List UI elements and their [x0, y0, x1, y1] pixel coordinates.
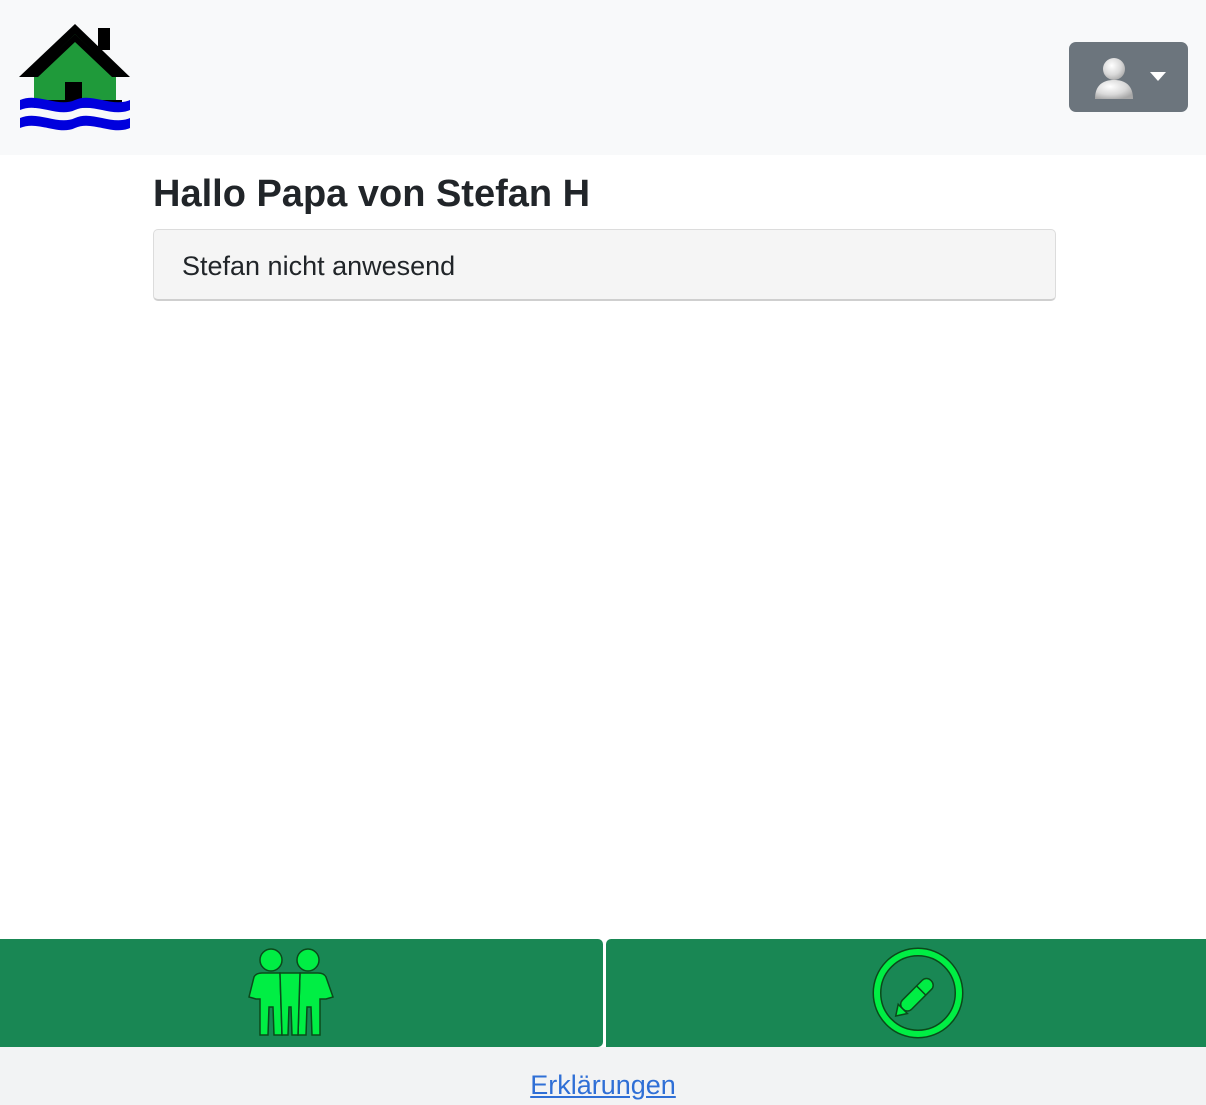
- user-avatar-icon: [1095, 58, 1133, 99]
- people-icon: [248, 948, 334, 1036]
- page-title: Hallo Papa von Stefan H: [153, 173, 591, 215]
- page: Hallo Papa von Stefan H Stefan nicht anw…: [0, 0, 1206, 1105]
- footer: Erklärungen: [0, 1047, 1206, 1105]
- people-button[interactable]: [0, 939, 603, 1047]
- status-text: Stefan nicht anwesend: [182, 251, 456, 281]
- top-navbar: [0, 0, 1206, 155]
- pen-circle-icon: [872, 947, 964, 1039]
- caret-down-icon: [1150, 72, 1166, 81]
- explanations-link[interactable]: Erklärungen: [0, 1069, 1206, 1101]
- write-button[interactable]: [606, 939, 1206, 1047]
- house-flood-logo[interactable]: [18, 22, 132, 134]
- user-menu-button[interactable]: [1069, 42, 1188, 112]
- status-card: Stefan nicht anwesend: [153, 229, 1056, 301]
- bottom-nav: [0, 939, 1206, 1047]
